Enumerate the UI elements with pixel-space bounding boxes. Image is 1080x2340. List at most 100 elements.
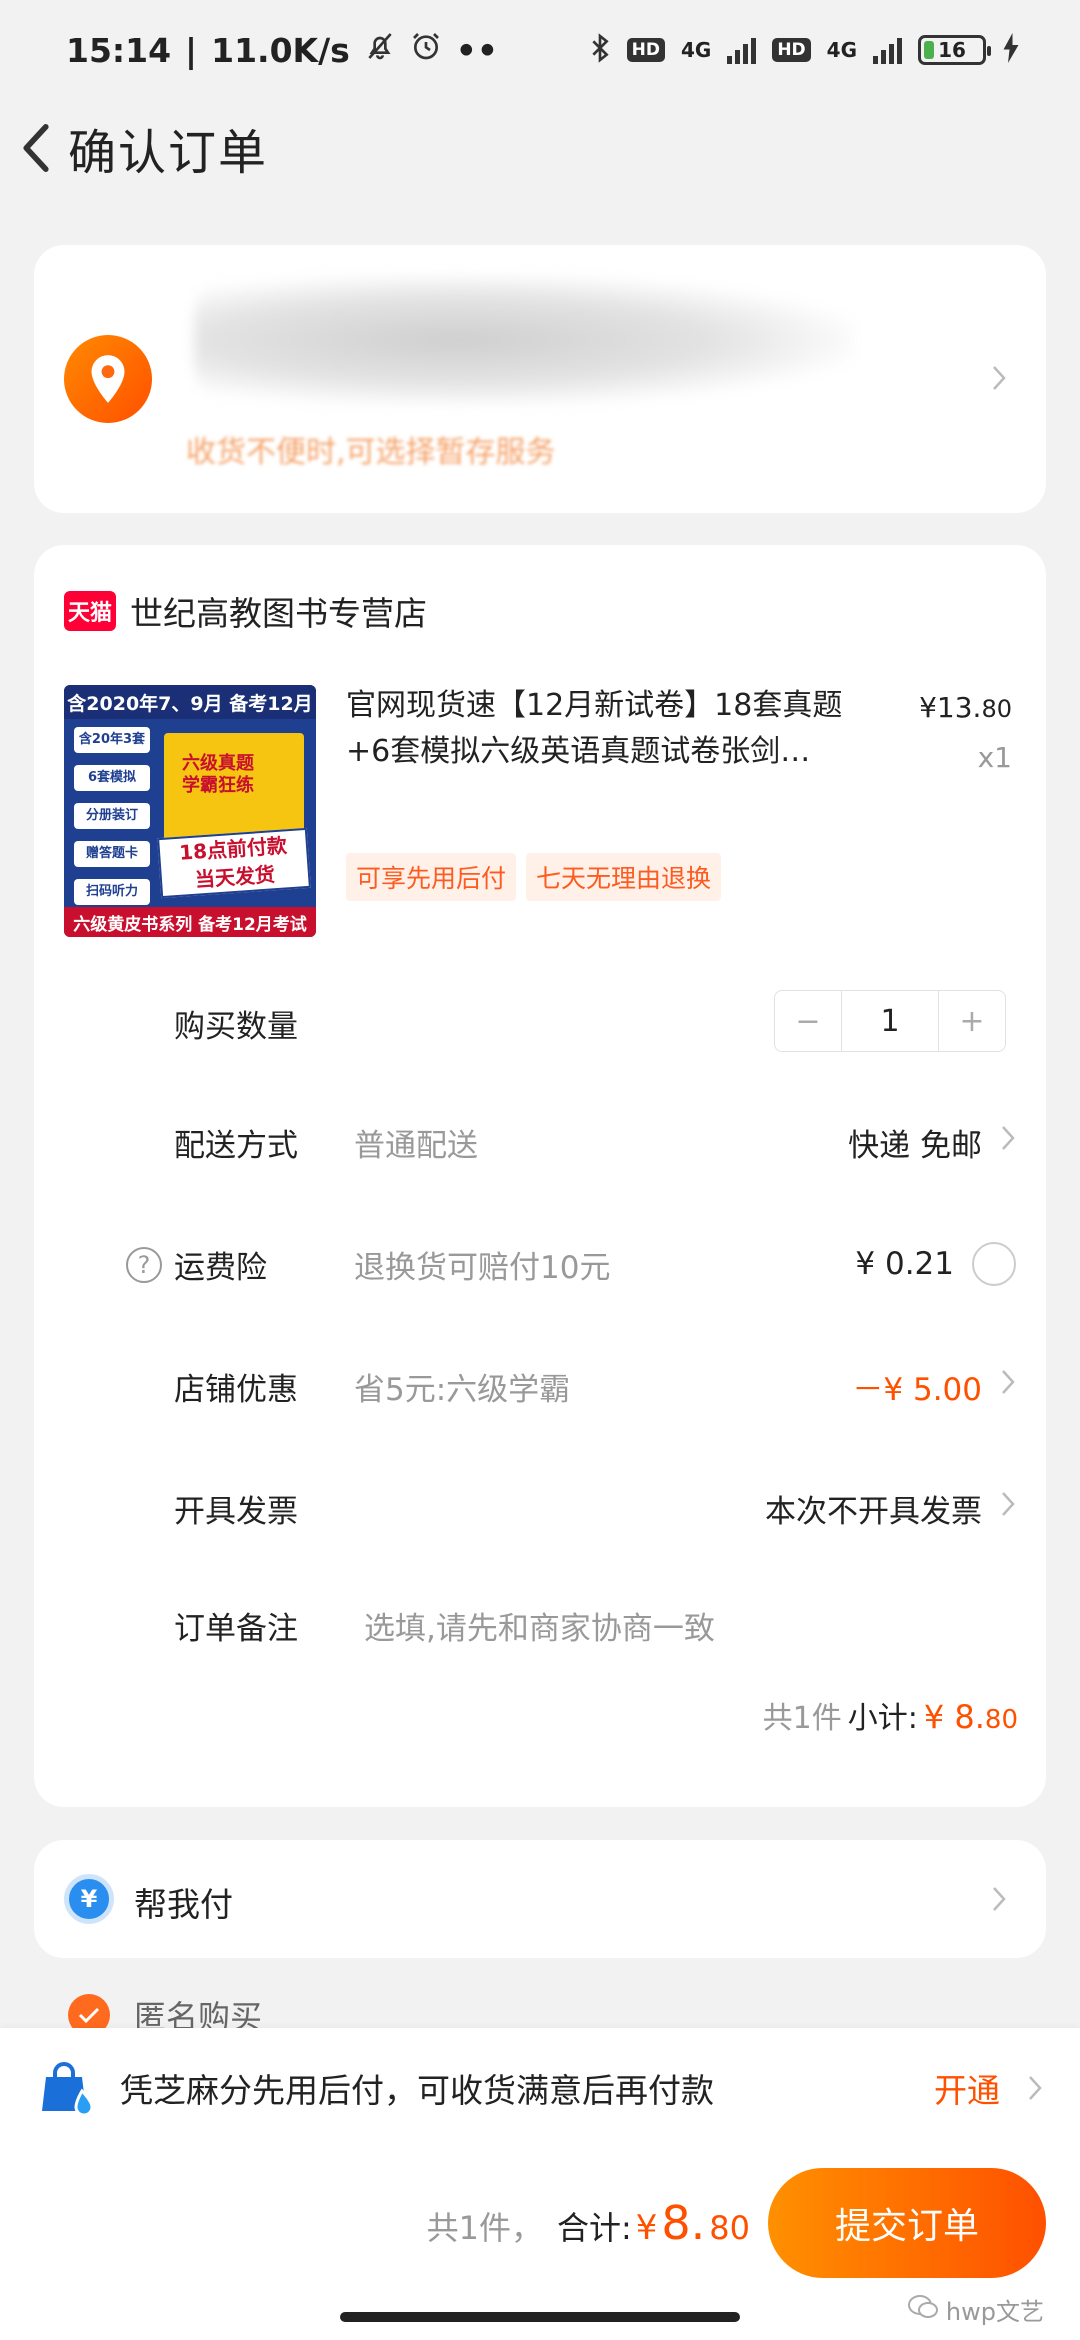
subtotal-amount: ¥ 8.80 [924,1698,1018,1736]
subtotal-count: 共1件 [762,1701,842,1736]
product-image-feature: 赠答题卡 [74,841,150,867]
quantity-stepper[interactable]: − 1 + [774,990,1006,1052]
network-type-2: 4G [826,38,857,62]
hd-badge: HD [626,38,665,62]
quantity-plus-button[interactable]: + [939,991,1005,1051]
discount-label: 店铺优惠 [174,1371,298,1408]
chevron-right-icon [1000,1368,1016,1404]
total-currency: ¥ [635,2208,658,2248]
product-image-features: 含20年3套 6套模拟 分册装订 赠答题卡 扫码听力 [74,727,150,905]
tag-pay-later: 可享先用后付 [346,853,517,901]
subtotal-main: 8. [954,1698,985,1736]
shop-name: 世纪高教图书专营店 [130,594,427,633]
address-card[interactable]: 收货不便时,可选择暂存服务 [34,245,1046,513]
tmall-logo-icon: 天猫 [64,591,116,631]
submit-order-button[interactable]: 提交订单 [768,2168,1046,2278]
total-label: 合计: [556,2209,632,2247]
help-pay-card[interactable]: ¥ 帮我付 [34,1840,1046,1958]
signal-icon [727,36,757,64]
delivery-method: 快递 免邮 [848,1127,982,1164]
status-net-speed: 11.0K/s [211,30,350,70]
insurance-right: ¥ 0.21 [855,1242,1016,1286]
page-title: 确认订单 [68,124,269,181]
product-price-cents: 80 [981,695,1012,723]
header: 确认订单 [0,100,1080,195]
product-price-main: ¥13. [919,691,982,724]
checkout-footer: 共1件， 合计: ¥ 8. 80 提交订单 hwp文艺 [0,2148,1080,2340]
help-pay-label: 帮我付 [134,1885,233,1924]
bluetooth-icon [589,32,611,69]
total-cents: 80 [709,2209,750,2247]
shop-row[interactable]: 天猫 世纪高教图书专营店 [64,587,427,635]
order-remark-row[interactable]: 订单备注 选填,请先和商家协商一致 [174,1595,1016,1655]
yuan-coin-icon: ¥ [64,1874,114,1924]
product-image-banner: 含2020年7、9月 备考12月 [64,685,316,719]
quantity-value[interactable]: 1 [841,991,939,1051]
delivery-row[interactable]: 配送方式 普通配送 快递 免邮 [174,1112,1016,1172]
back-button[interactable] [4,116,68,180]
invoice-label: 开具发票 [174,1493,298,1530]
wechat-icon [907,2294,938,2326]
product-image-book-title: 六级真题 学霸狂练 [182,753,254,796]
status-right: HD 4G HD 4G 16 [589,32,1020,69]
remark-input[interactable]: 选填,请先和商家协商一致 [364,1603,715,1648]
status-left: 15:14 | 11.0K/s •• [66,30,498,70]
quantity-minus-button[interactable]: − [775,991,841,1051]
invoice-row[interactable]: 开具发票 本次不开具发票 [174,1478,1016,1538]
quantity-label: 购买数量 [174,1008,298,1045]
discount-amount: －¥ 5.00 [852,1371,982,1408]
status-divider: | [185,30,198,70]
status-time: 15:14 [66,30,172,70]
product-image-stamp: 18点前付款 当天发货 [157,827,311,899]
signal-icon-2 [873,36,902,64]
delivery-label: 配送方式 [174,1127,298,1164]
hd-badge-2: HD [772,38,811,62]
activate-link[interactable]: 开通 [934,2064,1000,2112]
invoice-value: 本次不开具发票 [765,1493,982,1530]
delivery-value: 普通配送 [354,1127,478,1164]
order-total: 共1件， 合计: ¥ 8. 80 [427,2196,750,2250]
address-note: 收货不便时,可选择暂存服务 [186,435,556,470]
total-main: 8. [661,2196,706,2250]
total-count: 共1件， [426,2209,543,2247]
shipping-insurance-row: ? 运费险 退换货可赔付10元 ¥ 0.21 [126,1234,1016,1294]
product-quantity: x1 [977,741,1012,774]
product-price: ¥13.80 [919,691,1012,724]
bell-off-icon [364,30,396,70]
network-type: 4G [680,38,712,62]
product-image-feature: 分册装订 [74,803,150,829]
battery-icon: 16 [918,35,991,65]
insurance-radio[interactable] [972,1242,1016,1286]
product-image-footer: 六级黄皮书系列 备考12月考试 [64,907,316,937]
location-pin-icon [64,335,152,423]
subtotal-cents: 80 [984,1705,1018,1735]
discount-right: －¥ 5.00 [852,1364,1016,1409]
order-card: 天猫 世纪高教图书专营店 含2020年7、9月 备考12月 含20年3套 6套模… [34,545,1046,1807]
shop-discount-row[interactable]: 店铺优惠 省5元:六级学霸 －¥ 5.00 [174,1356,1016,1416]
subtotal-currency: ¥ [923,1698,945,1736]
chevron-right-icon [1000,1124,1016,1160]
chevron-right-icon [984,1884,1014,1914]
watermark: hwp文艺 [907,2292,1044,2327]
invoice-right: 本次不开具发票 [765,1486,1016,1531]
product-tags: 可享先用后付 七天无理由退换 [346,853,722,901]
address-redacted [194,275,854,405]
product-image-feature: 6套模拟 [74,765,150,791]
status-bar: 15:14 | 11.0K/s •• HD 4G HD 4G 16 [0,0,1080,100]
product-image-feature: 含20年3套 [74,727,150,753]
promo-text: 凭芝麻分先用后付，可收货满意后再付款 [120,2071,714,2110]
product-image[interactable]: 含2020年7、9月 备考12月 含20年3套 6套模拟 分册装订 赠答题卡 扫… [64,685,316,937]
home-indicator[interactable] [340,2312,740,2322]
tag-return: 七天无理由退换 [526,853,722,901]
back-arrow-icon [23,123,49,172]
promo-bar[interactable]: 凭芝麻分先用后付，可收货满意后再付款 开通 [0,2028,1080,2148]
insurance-label: 运费险 [174,1249,267,1286]
help-icon[interactable]: ? [126,1247,162,1283]
chevron-right-icon [1000,1490,1016,1526]
delivery-right: 快递 免邮 [848,1120,1016,1165]
product-title[interactable]: 官网现货速【12月新试卷】18套真题+6套模拟六级英语真题试卷张剑… [346,683,886,775]
discount-value: 省5元:六级学霸 [354,1371,571,1408]
charging-icon [1002,32,1020,68]
remark-label: 订单备注 [174,1610,298,1647]
alarm-icon [410,30,442,70]
